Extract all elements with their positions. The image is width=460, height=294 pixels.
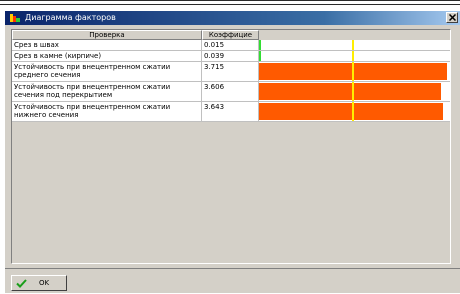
factor-bar-cell	[259, 82, 450, 102]
table-row-check: Устойчивость при внецентренном сжатии ни…	[12, 102, 202, 122]
ok-button[interactable]: OK	[11, 275, 67, 291]
small-value-mark	[259, 40, 261, 50]
factors-grid[interactable]: Проверка Коэффицие Срез в швах 0.015 Сре…	[11, 29, 451, 264]
factor-bar	[259, 103, 443, 120]
table-row-check: Устойчивость при внецентренном сжатии ср…	[12, 62, 202, 82]
column-header-coefficient[interactable]: Коэффицие	[202, 30, 259, 40]
window-title: Диаграмма факторов	[25, 13, 116, 22]
limit-line	[352, 51, 354, 61]
button-panel: OK	[5, 268, 460, 294]
factor-bar	[259, 83, 441, 100]
table-row-check: Устойчивость при внецентренном сжатии се…	[12, 82, 202, 102]
table-row-coefficient: 0.015	[202, 40, 259, 51]
top-border-line	[0, 0, 460, 1]
checkmark-icon	[16, 279, 27, 288]
table-row-check: Срез в швах	[12, 40, 202, 51]
close-button[interactable]	[446, 12, 458, 23]
table-row-coefficient: 3.715	[202, 62, 259, 82]
factor-bar-cell	[259, 62, 450, 82]
table-row-coefficient: 3.643	[202, 102, 259, 122]
close-icon	[449, 14, 456, 21]
title-bar[interactable]: Диаграмма факторов	[5, 11, 460, 25]
factor-bar-cell	[259, 51, 450, 62]
factor-bar-cell	[259, 40, 450, 51]
table-row-coefficient: 0.039	[202, 51, 259, 62]
limit-line	[352, 102, 354, 121]
column-header-check[interactable]: Проверка	[12, 30, 202, 40]
limit-line	[352, 62, 354, 81]
limit-line	[352, 40, 354, 50]
limit-line	[352, 82, 354, 101]
small-value-mark	[259, 51, 261, 61]
table-row-check: Срез в камне (кирпиче)	[12, 51, 202, 62]
top-border-line-2	[0, 4, 460, 5]
table-row-coefficient: 3.606	[202, 82, 259, 102]
app-icon	[10, 14, 20, 22]
factor-bar-cell	[259, 102, 450, 122]
factors-dialog: Диаграмма факторов Проверка Коэффицие Ср…	[4, 10, 460, 293]
ok-label: OK	[39, 279, 50, 287]
